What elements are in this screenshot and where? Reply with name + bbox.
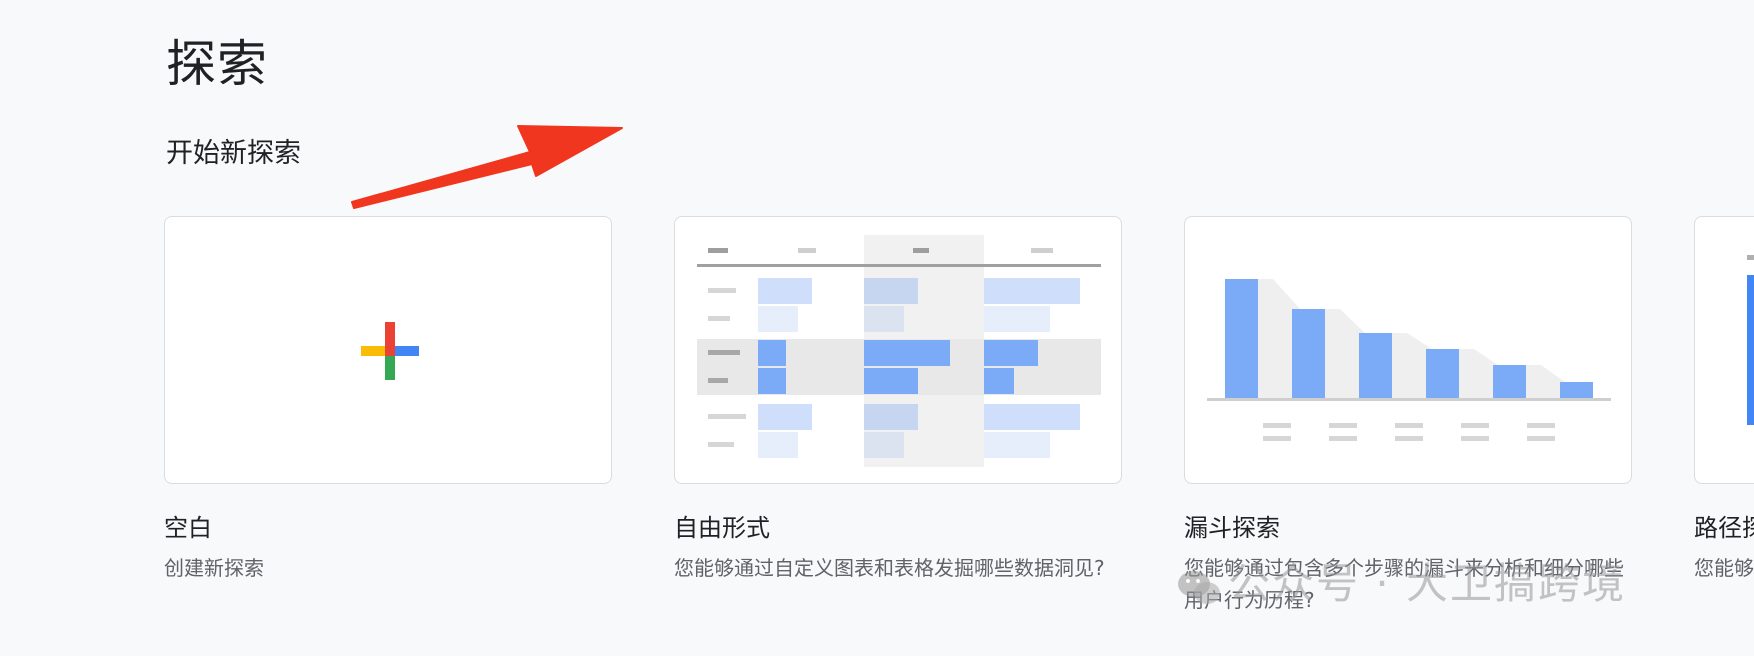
- watermark-text: 公众号 · 大卫搞跨境: [1228, 559, 1627, 608]
- arrow-annotation: [351, 125, 623, 209]
- plus-icon: [361, 322, 419, 380]
- card-path-title: 路径探索: [1694, 514, 1754, 542]
- watermark: 公众号 · 大卫搞跨境: [1176, 556, 1626, 612]
- card-blank-description: 创建新探索: [164, 556, 264, 580]
- card-path[interactable]: [1694, 216, 1754, 484]
- page-title: 探索: [166, 35, 268, 93]
- funnel-thumbnail: [1207, 279, 1611, 441]
- card-blank[interactable]: [164, 216, 612, 484]
- card-freeform-title: 自由形式: [674, 514, 770, 542]
- path-thumbnail: [1747, 255, 1754, 425]
- section-title: 开始新探索: [166, 138, 301, 169]
- card-freeform[interactable]: [674, 216, 1122, 484]
- wechat-icon: [1178, 570, 1220, 604]
- card-funnel-title: 漏斗探索: [1184, 514, 1280, 542]
- freeform-thumbnail: [697, 235, 1101, 467]
- card-freeform-description: 您能够通过自定义图表和表格发掘哪些数据洞见?: [674, 556, 1105, 580]
- card-blank-title: 空白: [164, 514, 212, 542]
- card-funnel[interactable]: [1184, 216, 1632, 484]
- card-path-description: 您能够: [1694, 556, 1754, 580]
